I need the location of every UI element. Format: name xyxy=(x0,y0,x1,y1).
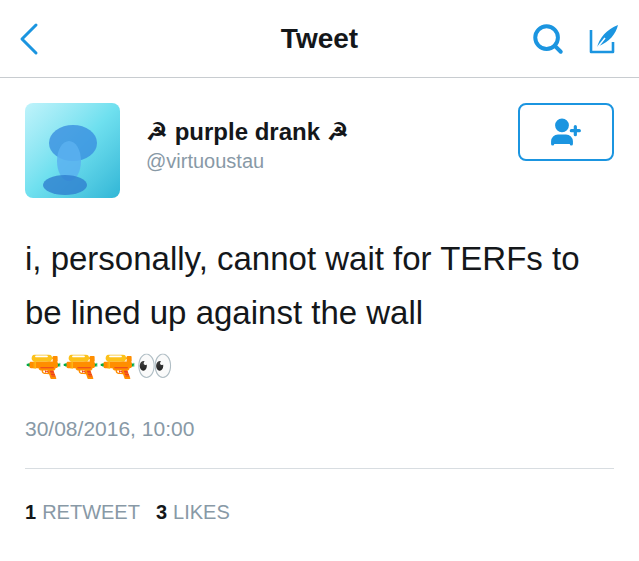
tweet-stats: 1RETWEET 3LIKES xyxy=(0,469,639,527)
stat-item[interactable]: 3LIKES xyxy=(156,497,230,527)
stat-item[interactable]: 1RETWEET xyxy=(25,497,140,527)
tweet: ☭ purple drank ☭@virtuoustau i, personall… xyxy=(0,78,639,444)
follow-icon xyxy=(550,116,582,148)
stat-count: 1 xyxy=(25,497,36,527)
avatar-picture-icon xyxy=(25,103,120,198)
compose-icon[interactable] xyxy=(587,22,621,56)
nav-title: Tweet xyxy=(281,18,358,60)
tweet-header: ☭ purple drank ☭@virtuoustau xyxy=(25,103,614,198)
tweet-text: i, personally, cannot wait for TERFs to … xyxy=(25,232,614,340)
search-icon[interactable] xyxy=(531,22,565,56)
divider xyxy=(25,468,614,469)
back-icon[interactable] xyxy=(18,22,40,56)
nav-bar: Tweet xyxy=(0,0,639,78)
tweet-emojis: 🔫🔫🔫👀 xyxy=(25,340,614,392)
user-handle[interactable]: @virtuoustau xyxy=(146,147,518,175)
stat-label: RETWEET xyxy=(42,497,140,527)
tweet-timestamp: 30/08/2016, 10:00 xyxy=(25,414,614,444)
tweet-screen: Tweet ☭ purple drank ☭@virtuoustau i, pers… xyxy=(0,0,639,561)
user-name[interactable]: ☭ purple drank ☭ xyxy=(146,117,518,147)
avatar[interactable] xyxy=(25,103,120,198)
stat-label: LIKES xyxy=(173,497,230,527)
follow-button[interactable] xyxy=(518,103,614,161)
stat-count: 3 xyxy=(156,497,167,527)
